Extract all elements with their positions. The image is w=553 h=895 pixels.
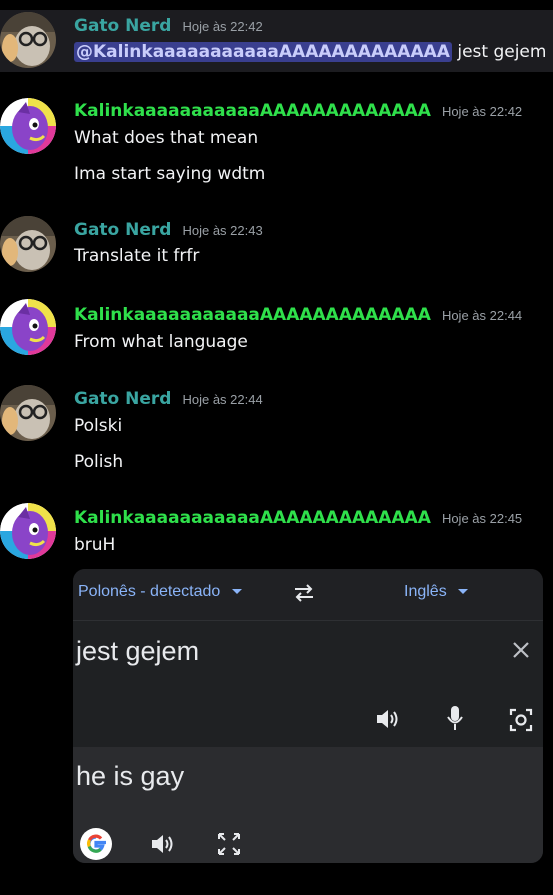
chevron-down-icon xyxy=(231,589,242,594)
fullscreen-icon[interactable] xyxy=(216,831,242,857)
user-mention[interactable]: @KalinkaaaaaaaaaaaAAAAAAAAAAAAA xyxy=(74,42,452,62)
message-text: Ima start saying wdtm xyxy=(74,164,266,184)
username[interactable]: KalinkaaaaaaaaaaaAAAAAAAAAAAAA xyxy=(74,101,431,121)
top-strip xyxy=(0,0,553,10)
camera-icon[interactable] xyxy=(508,707,534,733)
message-header: Gato Nerd Hoje às 22:44 xyxy=(74,389,263,409)
timestamp: Hoje às 22:44 xyxy=(441,308,523,323)
message-text: Translate it frfr xyxy=(74,246,200,266)
purple-character-avatar-image xyxy=(0,503,56,559)
message-text: Polish xyxy=(74,452,124,472)
timestamp: Hoje às 22:42 xyxy=(441,104,523,119)
message-header: KalinkaaaaaaaaaaaAAAAAAAAAAAAA Hoje às 2… xyxy=(74,508,522,528)
chevron-down-icon xyxy=(458,589,469,594)
username[interactable]: Gato Nerd xyxy=(74,16,171,36)
avatar-kalinka[interactable] xyxy=(0,299,56,355)
message-header: KalinkaaaaaaaaaaaAAAAAAAAAAAAA Hoje às 2… xyxy=(74,101,522,121)
avatar-kalinka[interactable] xyxy=(0,98,56,154)
username[interactable]: KalinkaaaaaaaaaaaAAAAAAAAAAAAA xyxy=(74,305,431,325)
username[interactable]: Gato Nerd xyxy=(74,220,171,240)
message-header: Gato Nerd Hoje às 22:43 xyxy=(74,220,263,240)
avatar-gato-nerd[interactable] xyxy=(0,216,56,272)
purple-character-avatar-image xyxy=(0,299,56,355)
username[interactable]: Gato Nerd xyxy=(74,389,171,409)
message-header: Gato Nerd Hoje às 22:42 xyxy=(74,16,263,36)
timestamp: Hoje às 22:44 xyxy=(182,392,263,407)
mic-icon[interactable] xyxy=(445,704,465,732)
avatar-gato-nerd[interactable] xyxy=(0,12,56,68)
avatar-kalinka[interactable] xyxy=(0,503,56,559)
message-text: bruH xyxy=(74,535,116,555)
target-language-label: Inglês xyxy=(404,583,447,600)
image-attachment[interactable]: Polonês - detectado Inglês jest gejem he… xyxy=(73,569,543,863)
google-icon[interactable] xyxy=(80,828,112,860)
speaker-icon[interactable] xyxy=(374,707,400,731)
source-language-label: Polonês - detectado xyxy=(78,583,221,600)
close-icon[interactable] xyxy=(511,640,531,660)
swap-icon[interactable] xyxy=(291,583,317,603)
cat-avatar-image xyxy=(0,216,56,272)
purple-character-avatar-image xyxy=(0,98,56,154)
source-language-selector[interactable]: Polonês - detectado xyxy=(78,583,243,601)
cat-avatar-image xyxy=(0,385,56,441)
timestamp: Hoje às 22:43 xyxy=(182,223,263,238)
message-text: What does that mean xyxy=(74,128,259,148)
timestamp: Hoje às 22:45 xyxy=(441,511,523,526)
speaker-icon[interactable] xyxy=(149,832,175,856)
translation-output-area: he is gay xyxy=(73,747,543,863)
source-text[interactable]: jest gejem xyxy=(76,636,199,667)
timestamp: Hoje às 22:42 xyxy=(182,19,263,34)
message-text: @KalinkaaaaaaaaaaaAAAAAAAAAAAAA jest gej… xyxy=(74,42,546,62)
message-text-content: jest gejem xyxy=(457,42,547,62)
message-text: From what language xyxy=(74,332,248,352)
translated-text[interactable]: he is gay xyxy=(76,761,184,792)
avatar-gato-nerd[interactable] xyxy=(0,385,56,441)
language-bar: Polonês - detectado Inglês xyxy=(73,569,543,621)
message-header: KalinkaaaaaaaaaaaAAAAAAAAAAAAA Hoje às 2… xyxy=(74,305,522,325)
cat-avatar-image xyxy=(0,12,56,68)
target-language-selector[interactable]: Inglês xyxy=(404,583,469,601)
message-text: Polski xyxy=(74,416,123,436)
username[interactable]: KalinkaaaaaaaaaaaAAAAAAAAAAAAA xyxy=(74,508,431,528)
